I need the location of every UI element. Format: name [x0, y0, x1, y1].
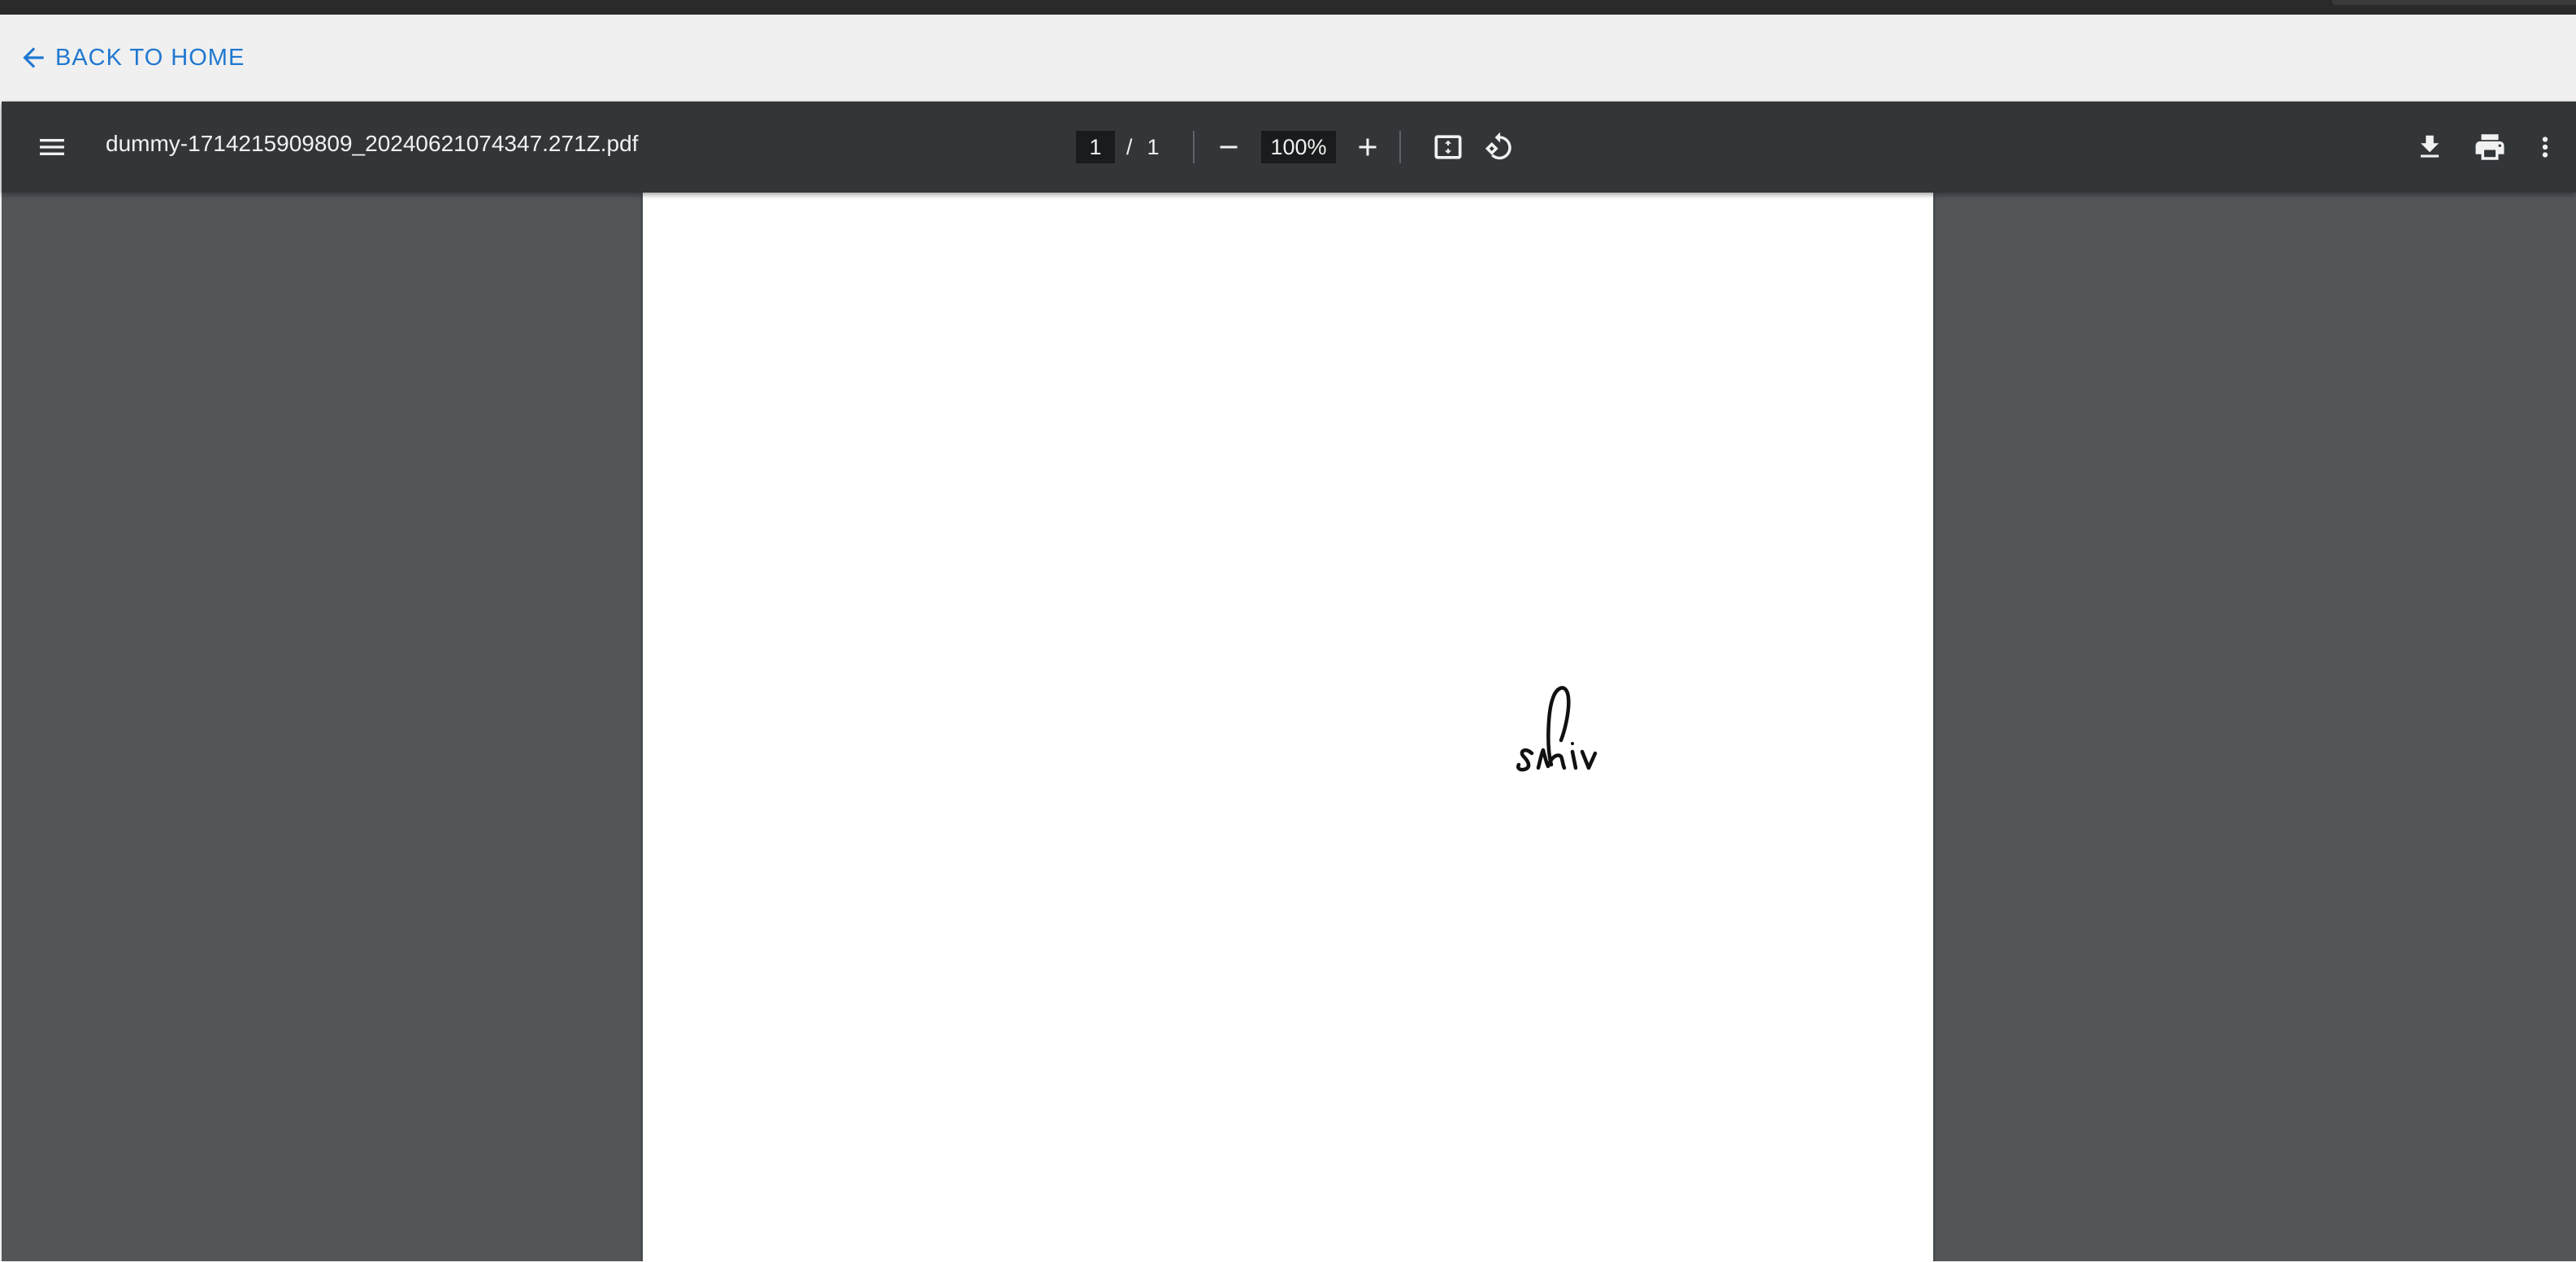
print-button[interactable]	[2467, 126, 2513, 168]
page-control: / 1	[1076, 131, 1160, 163]
file-title: dummy-1714215909809_20240621074347.271Z.…	[106, 131, 639, 156]
minus-icon	[1220, 145, 1238, 149]
browser-chrome-edge	[2332, 0, 2576, 5]
fit-to-page-icon	[1434, 135, 1462, 159]
toolbar-divider	[1399, 131, 1401, 163]
print-icon	[2475, 134, 2504, 160]
zoom-out-button[interactable]	[1208, 126, 1250, 168]
rotate-icon	[1485, 132, 1511, 160]
total-pages: 1	[1147, 134, 1160, 159]
back-to-home-link[interactable]: BACK TO HOME	[18, 42, 245, 73]
browser-top-strip	[0, 0, 2576, 15]
pdf-page	[643, 193, 1933, 1262]
menu-button[interactable]	[31, 126, 73, 168]
toolbar-divider	[1193, 131, 1195, 163]
handwritten-signature	[1516, 686, 1598, 772]
page-number-input[interactable]	[1076, 131, 1115, 163]
menu-icon	[40, 139, 64, 155]
arrow-left-icon	[23, 47, 44, 68]
pdf-toolbar: dummy-1714215909809_20240621074347.271Z.…	[2, 102, 2576, 193]
more-vert-icon	[2542, 137, 2548, 158]
fit-to-page-button[interactable]	[1425, 124, 1471, 170]
app-header: BACK TO HOME	[0, 15, 2576, 101]
page-separator: /	[1126, 134, 1133, 159]
download-icon	[2420, 135, 2439, 158]
pdf-viewer: dummy-1714215909809_20240621074347.271Z.…	[2, 101, 2576, 1262]
back-to-home-label: BACK TO HOME	[55, 44, 245, 71]
plus-icon	[1359, 138, 1377, 156]
zoom-level-input[interactable]	[1261, 131, 1336, 163]
zoom-in-button[interactable]	[1347, 126, 1389, 168]
document-scroll-area[interactable]	[2, 193, 2576, 1262]
download-button[interactable]	[2409, 126, 2451, 168]
rotate-button[interactable]	[1476, 124, 1521, 170]
more-options-button[interactable]	[2529, 126, 2561, 168]
